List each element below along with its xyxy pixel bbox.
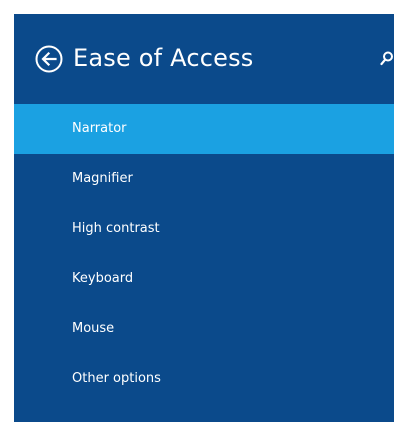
menu-item-label: High contrast [72, 221, 160, 236]
menu-item-high-contrast[interactable]: High contrast [14, 204, 394, 254]
menu-item-narrator[interactable]: Narrator [14, 104, 394, 154]
back-arrow-circle-icon [35, 45, 63, 73]
settings-menu: Narrator Magnifier High contrast Keyboar… [14, 104, 394, 404]
ease-of-access-panel: Ease of Access Narrator Magnifier High c… [14, 14, 394, 422]
search-icon [380, 51, 393, 66]
menu-item-label: Narrator [72, 121, 127, 136]
menu-item-label: Mouse [72, 321, 115, 336]
menu-item-label: Keyboard [72, 271, 134, 286]
menu-item-mouse[interactable]: Mouse [14, 304, 394, 354]
menu-item-keyboard[interactable]: Keyboard [14, 254, 394, 304]
back-button[interactable] [34, 44, 64, 74]
menu-item-label: Other options [72, 371, 161, 386]
menu-item-label: Magnifier [72, 171, 133, 186]
page-title: Ease of Access [73, 44, 254, 72]
panel-header: Ease of Access [14, 14, 394, 104]
menu-item-magnifier[interactable]: Magnifier [14, 154, 394, 204]
search-button[interactable] [379, 50, 395, 68]
menu-item-other-options[interactable]: Other options [14, 354, 394, 404]
